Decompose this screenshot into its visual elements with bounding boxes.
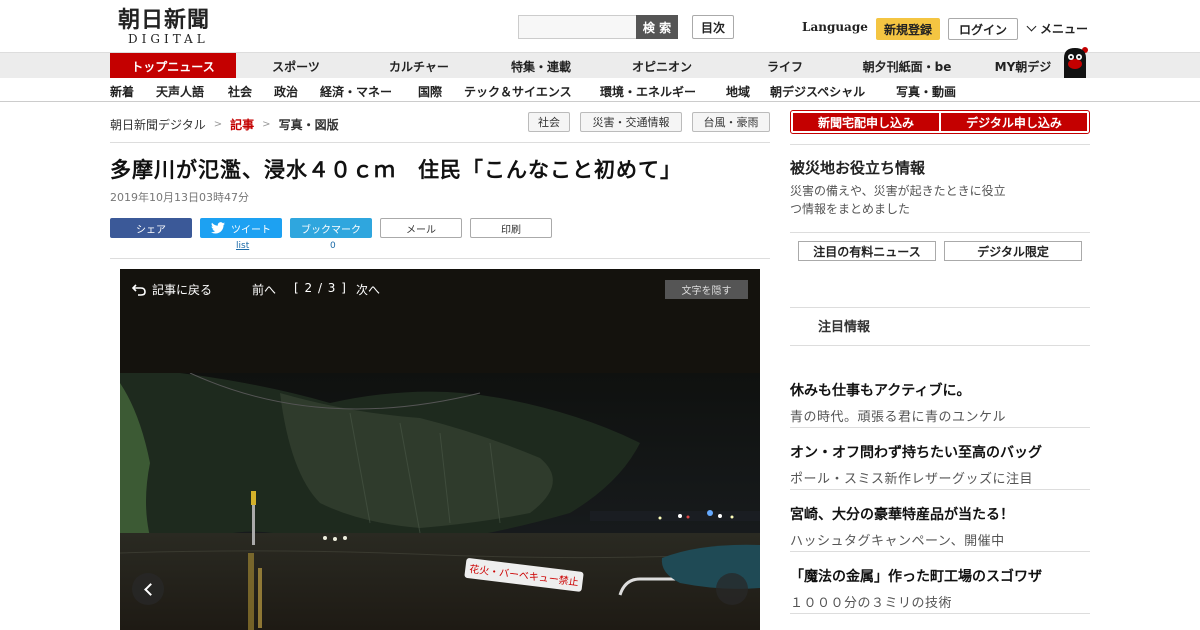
featured-label: 注目情報 [818, 320, 871, 335]
article-date: 2019年10月13日03時47分 [110, 191, 249, 204]
prev-photo-link[interactable]: 前へ [252, 281, 276, 298]
toc-button[interactable]: 目次 [692, 15, 734, 39]
divider [790, 551, 1090, 552]
subnav-economy[interactable]: 経済・マネー [320, 83, 392, 100]
return-arrow-icon [132, 283, 146, 296]
bookmark-button[interactable]: ブックマーク [290, 218, 372, 238]
print-button[interactable]: 印刷 [470, 218, 552, 238]
nav-culture[interactable]: カルチャー [356, 53, 482, 79]
breadcrumb-home[interactable]: 朝日新聞デジタル [110, 116, 206, 133]
article-headline: 多摩川が氾濫、浸水４０ｃｍ 住民「こんなこと初めて」 [110, 158, 682, 182]
chevron-down-icon [1026, 21, 1037, 32]
promo-subtitle: ポール・スミス新作レザーグッズに注目 [790, 472, 1034, 487]
divider [790, 613, 1090, 614]
twitter-bird-icon [211, 222, 225, 234]
breadcrumb-separator: > [262, 119, 271, 130]
back-to-article-link[interactable]: 記事に戻る [132, 281, 212, 298]
nav-features[interactable]: 特集・連載 [482, 53, 600, 79]
breadcrumb-separator: > [213, 119, 223, 130]
nav-opinion[interactable]: オピニオン [600, 53, 724, 79]
facebook-share-button[interactable]: シェア [110, 218, 192, 238]
promo-title: 宮崎、大分の豪華特産品が当たる！ [790, 507, 1014, 523]
promo-item[interactable]: 「魔法の金属」作った町工場のスゴワザ １０００分の３ミリの技術 [790, 566, 1090, 611]
divider [790, 427, 1090, 428]
asahi-logo[interactable]: 朝日新聞 DIGITAL [118, 8, 230, 48]
divider [790, 489, 1090, 490]
tweet-button[interactable]: ツイート [200, 218, 282, 238]
subnav-photo-video[interactable]: 写真・動画 [896, 83, 956, 100]
promo-item[interactable]: オン・オフ問わず持ちたい至高のバッグ ポール・スミス新作レザーグッズに注目 [790, 442, 1090, 487]
nav-life[interactable]: ライフ [724, 53, 846, 79]
flood-photo: 花火・バーベキュー禁止 [120, 373, 760, 630]
menu-label: メニュー [1040, 22, 1089, 36]
nav-top-news[interactable]: トップニュース [110, 53, 236, 79]
promo-subtitle: 青の時代。頑張る君に青のユンケル [790, 410, 1007, 425]
mail-button[interactable]: メール [380, 218, 462, 238]
divider [110, 142, 770, 143]
home-delivery-button[interactable]: 新聞宅配申し込み [793, 113, 939, 131]
digital-subscribe-button[interactable]: デジタル申し込み [941, 113, 1087, 131]
disaster-info-description: 災害の備えや、災害が起きたときに役立つ情報をまとめました [790, 184, 1006, 216]
divider [790, 144, 1090, 145]
tweet-list-link[interactable]: list [236, 241, 249, 251]
menu-button[interactable]: メニュー [1026, 20, 1089, 37]
breadcrumb: 朝日新聞デジタル > 記事 > 写真・図版 [110, 116, 339, 133]
subnav-special[interactable]: 朝デジスペシャル [770, 83, 865, 100]
tag-typhoon[interactable]: 台風・豪雨 [692, 112, 770, 132]
hide-text-button[interactable]: 文字を隠す [665, 280, 748, 299]
disaster-info-title[interactable]: 被災地お役立ち情報 [790, 157, 925, 178]
tweet-label: ツイート [231, 224, 271, 236]
mascot-icon[interactable] [1058, 44, 1092, 78]
nav-sports[interactable]: スポーツ [236, 53, 356, 79]
nav-newspaper[interactable]: 朝夕刊紙面・be [846, 53, 968, 79]
site-header: 朝日新聞 DIGITAL 検 索 目次 Language 新規登録 ログイン メ… [0, 0, 1200, 52]
prev-photo-arrow[interactable] [132, 573, 164, 605]
promo-subtitle: １０００分の３ミリの技術 [790, 596, 953, 611]
promo-subtitle: ハッシュタグキャンペーン、開催中 [790, 534, 1005, 549]
tag-disaster-traffic[interactable]: 災害・交通情報 [580, 112, 682, 132]
breadcrumb-photo: 写真・図版 [278, 118, 339, 132]
tag-society[interactable]: 社会 [528, 112, 570, 132]
subnav-tech-science[interactable]: テック＆サイエンス [464, 83, 572, 100]
register-button[interactable]: 新規登録 [876, 18, 940, 40]
sub-nav: 新着 天声人語 社会 政治 経済・マネー 国際 テック＆サイエンス 環境・エネル… [0, 78, 1200, 102]
breadcrumb-article[interactable]: 記事 [230, 116, 254, 133]
logo-text-jp: 朝日新聞 [118, 7, 211, 33]
logo-text-en: DIGITAL [128, 32, 209, 46]
divider [110, 258, 770, 259]
subnav-latest[interactable]: 新着 [110, 83, 134, 100]
subscription-box: 新聞宅配申し込み デジタル申し込み [790, 110, 1090, 134]
search-button[interactable]: 検 索 [636, 15, 678, 39]
promo-item[interactable]: 宮崎、大分の豪華特産品が当たる！ ハッシュタグキャンペーン、開催中 [790, 504, 1090, 549]
next-photo-link[interactable]: 次へ [356, 281, 380, 298]
photo-viewer: 記事に戻る 前へ [ 2 / 3 ] 次へ 文字を隠す 花火・バーベキュー禁止 [120, 269, 760, 630]
digital-only-tab[interactable]: デジタル限定 [944, 241, 1082, 261]
promo-title: オン・オフ問わず持ちたい至高のバッグ [790, 445, 1042, 461]
next-photo-arrow[interactable] [716, 573, 748, 605]
login-button[interactable]: ログイン [948, 18, 1018, 40]
divider [790, 345, 1090, 346]
chevron-left-icon [143, 582, 157, 596]
subnav-society[interactable]: 社会 [228, 83, 252, 100]
promo-title: 休みも仕事もアクティブに。 [790, 383, 971, 399]
subnav-region[interactable]: 地域 [726, 83, 750, 100]
promo-title: 「魔法の金属」作った町工場のスゴワザ [790, 569, 1042, 585]
subnav-international[interactable]: 国際 [418, 83, 442, 100]
promo-item[interactable]: 休みも仕事もアクティブに。 青の時代。頑張る君に青のユンケル [790, 380, 1090, 425]
photo-counter: [ 2 / 3 ] [294, 281, 347, 295]
bookmark-count: 0 [330, 241, 336, 251]
paid-news-tab[interactable]: 注目の有料ニュース [798, 241, 936, 261]
search-input[interactable] [518, 15, 638, 39]
viewer-toolbar: 記事に戻る 前へ [ 2 / 3 ] 次へ 文字を隠す [120, 269, 760, 373]
subnav-environment[interactable]: 環境・エネルギー [600, 83, 696, 100]
subnav-politics[interactable]: 政治 [274, 83, 298, 100]
divider [790, 232, 1090, 233]
main-nav: トップニュース スポーツ カルチャー 特集・連載 オピニオン ライフ 朝夕刊紙面… [0, 52, 1200, 79]
language-link[interactable]: Language [802, 20, 868, 34]
back-label: 記事に戻る [152, 283, 213, 297]
divider [790, 307, 1090, 308]
subnav-tenseijingo[interactable]: 天声人語 [156, 83, 204, 100]
